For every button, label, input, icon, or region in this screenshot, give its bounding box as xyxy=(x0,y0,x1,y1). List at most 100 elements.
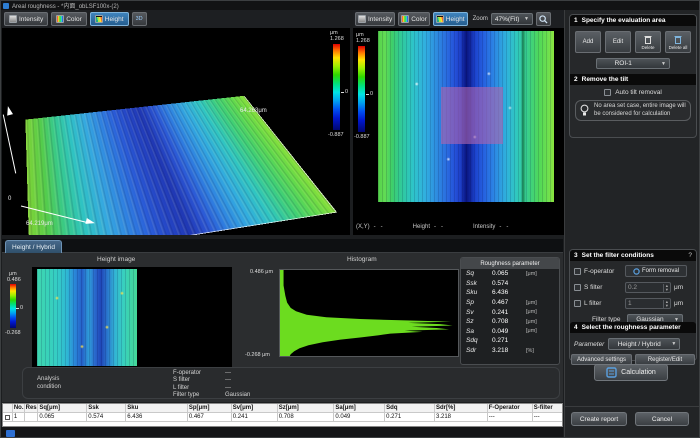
roughness-row: Ssk0.574 xyxy=(461,279,559,289)
axis-left-line xyxy=(3,115,16,174)
color-icon xyxy=(56,15,64,23)
roi-selection-rect[interactable] xyxy=(441,87,503,144)
l-filter-input[interactable]: 1 ▴▾ xyxy=(625,298,671,309)
note-box: No area set case, entire image will be c… xyxy=(575,100,691,121)
roughness-row: Sz0.708[μm] xyxy=(461,317,559,327)
colorbar-small xyxy=(10,284,16,328)
view-2d-toolbar: Intensity Color Height Zoom 47%(Fit) ▼ xyxy=(353,10,564,28)
bottom-strip xyxy=(1,427,563,438)
roughness-row: Sq0.065[μm] xyxy=(461,269,559,279)
parameter-select[interactable]: Height / Hybrid ▼ xyxy=(608,338,680,350)
colorbar-2d-min: -0.887 xyxy=(354,134,370,140)
spinner-arrows-icon[interactable]: ▴▾ xyxy=(663,300,668,308)
colorbar-small-min: -0.268 xyxy=(5,330,21,336)
mode-3d-button[interactable]: 3D xyxy=(132,12,147,26)
delete-all-button[interactable]: Delete all xyxy=(665,31,691,53)
roughness-row: Sdr3.218[%] xyxy=(461,346,559,356)
spinner-arrows-icon[interactable]: ▴▾ xyxy=(663,284,668,292)
window-title: Areal roughness - *内面_obLSF100x-(2) xyxy=(12,1,119,10)
form-removal-button[interactable]: Form removal xyxy=(625,265,687,277)
histogram-title: Histogram xyxy=(347,256,377,263)
colorbar-small-zero-tick xyxy=(16,308,19,309)
axis-origin-label: 0 xyxy=(8,196,11,202)
zoom-select[interactable]: 47%(Fit) ▼ xyxy=(491,13,533,25)
app-icon xyxy=(3,3,9,9)
trash-icon xyxy=(644,35,652,44)
intensity-button-2d[interactable]: Intensity xyxy=(355,12,395,26)
trash-all-icon xyxy=(674,35,682,44)
f-operator-checkbox[interactable] xyxy=(574,268,581,275)
height-value: - - xyxy=(434,224,443,230)
section1-header: 1 Specify the evaluation area xyxy=(570,15,696,26)
parameter-row: Parameter Height / Hybrid ▼ xyxy=(570,333,696,350)
color-button-2d[interactable]: Color xyxy=(398,12,430,26)
roughness-parameter-title: Roughness parameter xyxy=(461,258,559,269)
edit-button[interactable]: Edit xyxy=(605,31,631,53)
add-button[interactable]: Add xyxy=(575,31,601,53)
height-icon xyxy=(436,15,444,23)
roughness-parameter-panel: Roughness parameter Sq0.065[μm] Ssk0.574… xyxy=(460,257,560,365)
height-image-canvas[interactable] xyxy=(32,267,232,368)
height-button[interactable]: Height xyxy=(90,12,129,26)
parameter-buttons-row: Advanced settings Register/Edit xyxy=(570,350,696,365)
calculation-button[interactable]: Calculation xyxy=(594,364,668,381)
l-filter-checkbox[interactable] xyxy=(574,300,581,307)
colorbar-3d-zero-tick xyxy=(341,92,344,93)
status-indicator xyxy=(6,430,15,437)
roi-select[interactable]: ROI-1 ▼ xyxy=(596,58,670,69)
analysis-condition-block: Analysis condition F-operator--- S filte… xyxy=(22,367,560,399)
colorbar-small-max: 0.486 xyxy=(7,277,21,283)
cancel-button[interactable]: Cancel xyxy=(635,412,689,426)
results-table: No. Result Sq[μm] Ssk Sku Sp[μm] Sv[μm] … xyxy=(2,403,563,427)
chevron-down-icon: ▼ xyxy=(661,61,666,67)
roughness-row: Sdq0.271 xyxy=(461,336,559,346)
row-checkbox[interactable] xyxy=(5,415,10,420)
evaluation-group: 1 Specify the evaluation area Add Edit D… xyxy=(569,14,697,138)
colorbar-3d-max: 1.268 xyxy=(330,36,344,42)
header-checkbox-cell xyxy=(3,404,13,412)
axis-up-arrow-icon xyxy=(5,105,13,115)
colorbar-2d xyxy=(358,46,365,132)
surface-3d-canvas[interactable]: 64.263μm 0 64.219μm μm 1.268 0 -0.887 xyxy=(2,28,350,235)
intensity-button[interactable]: Intensity xyxy=(4,12,48,26)
height-icon xyxy=(95,15,103,23)
intensity-icon xyxy=(358,15,366,23)
roughness-row: Sa0.049[μm] xyxy=(461,327,559,337)
color-button[interactable]: Color xyxy=(51,12,87,26)
color-icon xyxy=(401,15,409,23)
table-row[interactable]: 1 0.065 0.574 6.436 0.467 0.241 0.708 0.… xyxy=(3,413,562,422)
s-filter-input[interactable]: 0.2 ▴▾ xyxy=(625,282,671,293)
chevron-down-icon: ▼ xyxy=(524,16,529,22)
analysis-condition-label: Analysis condition xyxy=(37,375,79,391)
height-button-2d[interactable]: Height xyxy=(433,12,468,26)
height-map-2d xyxy=(378,31,554,202)
cursor-status-bar: (X,Y) - - Height - - Intensity - - xyxy=(356,221,561,233)
magnifier-icon xyxy=(539,15,548,24)
magnifier-button[interactable] xyxy=(536,12,551,26)
map-2d-canvas[interactable]: μm 1.268 0 -0.887 xyxy=(353,28,564,220)
analysis-tab-strip: Height / Hybrid xyxy=(2,239,563,253)
l-filter-row: L filter 1 ▴▾ μm xyxy=(570,293,696,309)
analysis-body: Height image Histogram μm 0.486 0 -0.268… xyxy=(2,253,563,402)
tab-height-hybrid[interactable]: Height / Hybrid xyxy=(5,240,62,253)
view-3d-panel: Intensity Color Height 3D 64.263μm 0 64 xyxy=(2,10,350,235)
view-3d-toolbar: Intensity Color Height 3D xyxy=(2,10,350,28)
section3-header: 3 Set the filter conditions ? xyxy=(570,250,696,261)
s-filter-row: S filter 0.2 ▴▾ μm xyxy=(570,277,696,293)
histogram-shape xyxy=(280,270,458,356)
help-icon[interactable]: ? xyxy=(688,252,692,259)
xy-value: - - xyxy=(374,224,383,230)
s-filter-checkbox[interactable] xyxy=(574,284,581,291)
axis-width-label: 64.219μm xyxy=(26,221,53,227)
delete-button[interactable]: Delete xyxy=(635,31,661,53)
histogram-min-label: -0.268 μm xyxy=(245,352,270,358)
areal-roughness-window: Areal roughness - *内面_obLSF100x-(2) Inte… xyxy=(0,0,700,438)
intensity-label: Intensity xyxy=(473,224,495,230)
create-report-button[interactable]: Create report xyxy=(571,412,627,426)
auto-tilt-checkbox[interactable] xyxy=(604,89,611,96)
results-header-row: No. Result Sq[μm] Ssk Sku Sp[μm] Sv[μm] … xyxy=(3,404,562,413)
lightbulb-icon xyxy=(580,104,589,117)
auto-tilt-row: Auto tilt removal xyxy=(570,89,696,96)
height-image-title: Height image xyxy=(97,256,135,263)
roughness-row: Sku6.436 xyxy=(461,288,559,298)
